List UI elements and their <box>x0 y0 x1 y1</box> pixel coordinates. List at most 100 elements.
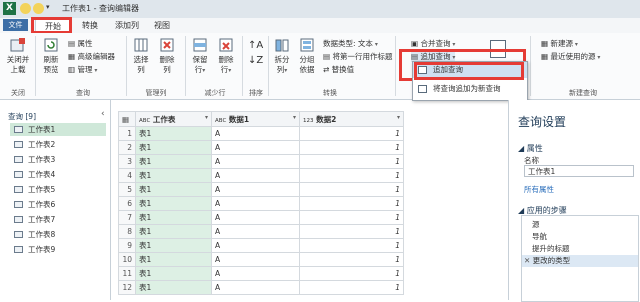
table-row[interactable]: 8 表1 A 1 <box>118 224 404 239</box>
keep-rows-button[interactable]: 保留 行▾ <box>189 37 211 76</box>
query-name-input[interactable]: 工作表1 <box>524 165 634 177</box>
cell-data2[interactable]: 1 <box>299 252 404 267</box>
cell-data1[interactable]: A <box>211 126 300 141</box>
replace-values-button[interactable]: ⇄ 替换值 <box>323 64 354 75</box>
cell-sheet[interactable]: 表1 <box>135 154 212 169</box>
cell-sheet[interactable]: 表1 <box>135 280 212 295</box>
sad-icon[interactable] <box>33 3 44 14</box>
query-item[interactable]: 工作表6 <box>10 198 106 211</box>
cell-data2[interactable]: 1 <box>299 126 404 141</box>
cell-data2[interactable]: 1 <box>299 154 404 169</box>
query-item[interactable]: 工作表2 <box>10 138 106 151</box>
split-column-button[interactable]: 拆分 列▾ <box>271 37 293 76</box>
table-row[interactable]: 5 表1 A 1 <box>118 182 404 197</box>
cell-sheet[interactable]: 表1 <box>135 140 212 155</box>
step-item[interactable]: 导航 <box>522 231 638 243</box>
refresh-preview-button[interactable]: 刷新 预览 <box>38 37 64 75</box>
remove-columns-button[interactable]: 删除 列 <box>156 37 178 75</box>
table-row[interactable]: 7 表1 A 1 <box>118 210 404 225</box>
cell-data2[interactable]: 1 <box>299 182 404 197</box>
collapse-pane-icon[interactable]: ‹ <box>101 109 105 119</box>
cell-data2[interactable]: 1 <box>299 210 404 225</box>
smiley-icon[interactable] <box>20 3 31 14</box>
cell-data1[interactable]: A <box>211 140 300 155</box>
new-source-button[interactable]: ▦ 新建源 ▾ <box>541 38 578 49</box>
table-row[interactable]: 4 表1 A 1 <box>118 168 404 183</box>
table-row[interactable]: 9 表1 A 1 <box>118 238 404 253</box>
query-item[interactable]: 工作表7 <box>10 213 106 226</box>
properties-button[interactable]: ▤ 属性 <box>68 38 92 49</box>
recent-sources-button[interactable]: ▦ 最近使用的源 ▾ <box>541 51 600 62</box>
cell-sheet[interactable]: 表1 <box>135 182 212 197</box>
cell-data1[interactable]: A <box>211 238 300 253</box>
table-row[interactable]: 10 表1 A 1 <box>118 252 404 267</box>
advanced-editor-button[interactable]: ▦ 高级编辑器 <box>68 51 115 62</box>
cell-data2[interactable]: 1 <box>299 238 404 253</box>
manage-button[interactable]: ▥ 管理 ▾ <box>68 64 97 75</box>
down-icon[interactable]: ▾ <box>46 3 50 11</box>
cell-sheet[interactable]: 表1 <box>135 266 212 281</box>
cell-data1[interactable]: A <box>211 168 300 183</box>
cell-sheet[interactable]: 表1 <box>135 252 212 267</box>
cell-data1[interactable]: A <box>211 224 300 239</box>
filter-dropdown-icon[interactable]: ▾ <box>205 114 208 121</box>
query-item[interactable]: 工作表5 <box>10 183 106 196</box>
query-item[interactable]: 工作表9 <box>10 243 106 256</box>
table-row[interactable]: 1 表1 A 1 <box>118 126 404 141</box>
cell-data1[interactable]: A <box>211 266 300 281</box>
table-row[interactable]: 3 表1 A 1 <box>118 154 404 169</box>
cell-data2[interactable]: 1 <box>299 266 404 281</box>
remove-rows-button[interactable]: 删除 行▾ <box>215 37 237 76</box>
step-item[interactable]: 提升的标题 <box>522 243 638 255</box>
cell-data1[interactable]: A <box>211 154 300 169</box>
table-row[interactable]: 11 表1 A 1 <box>118 266 404 281</box>
table-row[interactable]: 12 表1 A 1 <box>118 280 404 295</box>
sort-ascending-icon[interactable]: ↑A <box>248 40 263 52</box>
step-item[interactable]: 源 <box>522 219 638 231</box>
query-item[interactable]: 工作表3 <box>10 153 106 166</box>
cell-sheet[interactable]: 表1 <box>135 126 212 141</box>
step-item[interactable]: ✕ 更改的类型 <box>522 255 638 267</box>
query-item[interactable]: 工作表8 <box>10 228 106 241</box>
menu-item-append-as-new[interactable]: 将查询追加为新查询 <box>413 81 527 97</box>
cell-sheet[interactable]: 表1 <box>135 196 212 211</box>
cell-data1[interactable]: A <box>211 182 300 197</box>
query-item[interactable]: 工作表1 <box>10 123 106 136</box>
table-row[interactable]: 6 表1 A 1 <box>118 196 404 211</box>
tab-transform[interactable]: 转换 <box>76 19 104 32</box>
cell-sheet[interactable]: 表1 <box>135 210 212 225</box>
column-header[interactable]: ABC 工作表 ▾ <box>135 111 212 127</box>
tab-add-column[interactable]: 添加列 <box>110 19 144 32</box>
sort-descending-icon[interactable]: ↓Z <box>248 55 263 67</box>
select-all-cell[interactable]: ▦ <box>118 111 136 127</box>
close-load-button[interactable]: 关闭并 上载 <box>4 37 32 75</box>
file-menu-button[interactable]: 文件 <box>3 19 28 31</box>
cell-data1[interactable]: A <box>211 280 300 295</box>
query-item[interactable]: 工作表4 <box>10 168 106 181</box>
table-row[interactable]: 2 表1 A 1 <box>118 140 404 155</box>
cell-sheet[interactable]: 表1 <box>135 238 212 253</box>
cell-data1[interactable]: A <box>211 196 300 211</box>
data-type-dropdown[interactable]: 数据类型: 文本 ▾ <box>323 38 378 49</box>
column-header[interactable]: 123 数据2 ▾ <box>299 111 404 127</box>
group-by-button[interactable]: 分组 依据 <box>296 37 318 75</box>
filter-dropdown-icon[interactable]: ▾ <box>397 114 400 121</box>
cell-sheet[interactable]: 表1 <box>135 168 212 183</box>
filter-dropdown-icon[interactable]: ▾ <box>293 114 296 121</box>
cell-data2[interactable]: 1 <box>299 140 404 155</box>
choose-columns-button[interactable]: 选择 列 <box>130 37 152 75</box>
cell-data2[interactable]: 1 <box>299 196 404 211</box>
properties-section[interactable]: ◢ 属性 <box>518 143 543 154</box>
first-row-header-button[interactable]: ▤ 将第一行用作标题 <box>323 51 392 62</box>
cell-data2[interactable]: 1 <box>299 168 404 183</box>
all-properties-link[interactable]: 所有属性 <box>524 184 554 195</box>
tab-view[interactable]: 视图 <box>150 19 174 32</box>
column-header[interactable]: ABC 数据1 ▾ <box>211 111 300 127</box>
cell-data1[interactable]: A <box>211 252 300 267</box>
cell-data1[interactable]: A <box>211 210 300 225</box>
cell-sheet[interactable]: 表1 <box>135 224 212 239</box>
cell-data2[interactable]: 1 <box>299 280 404 295</box>
cell-data2[interactable]: 1 <box>299 224 404 239</box>
merge-queries-button[interactable]: ▣ 合并查询 ▾ <box>411 38 455 49</box>
delete-step-icon[interactable]: ✕ <box>524 256 533 265</box>
